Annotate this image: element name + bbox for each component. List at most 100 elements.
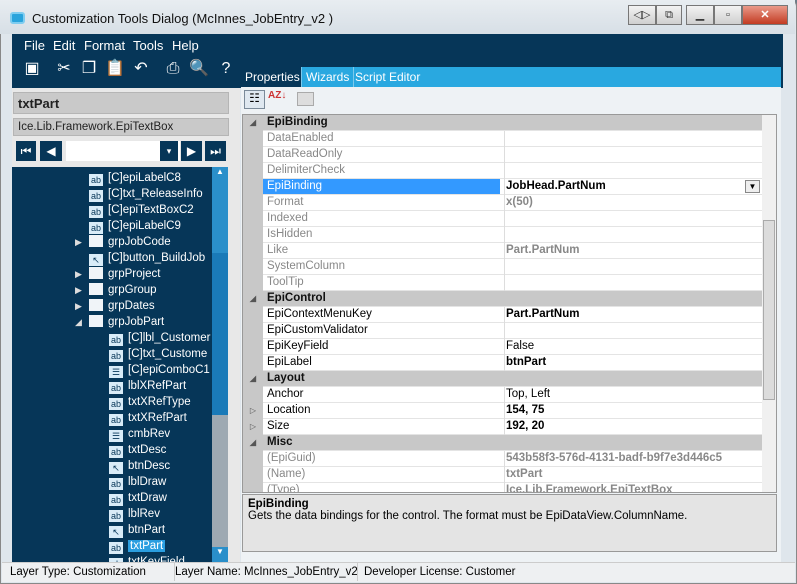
property-row[interactable]: SystemColumn xyxy=(243,259,762,275)
property-value[interactable]: False xyxy=(504,339,762,355)
property-value[interactable] xyxy=(504,227,762,243)
tree-item[interactable]: ab txtXRefPart xyxy=(109,410,187,426)
property-row[interactable]: EpiKeyField False xyxy=(243,339,762,355)
menu-format[interactable]: Format xyxy=(84,38,125,53)
tree-item[interactable]: ↖ [C]button_BuildJob xyxy=(89,250,205,266)
control-tree[interactable]: ab [C]epiLabelC8 ab [C]txt_ReleaseInfo ab [C]… xyxy=(12,167,228,563)
property-row[interactable]: DataEnabled xyxy=(243,131,762,147)
property-row[interactable]: Format x(50) xyxy=(243,195,762,211)
property-row[interactable]: (Name) txtPart xyxy=(243,467,762,483)
collapse-icon[interactable]: ◢ xyxy=(243,371,263,387)
menu-tools[interactable]: Tools xyxy=(133,38,163,53)
property-value[interactable] xyxy=(504,163,762,179)
property-row[interactable]: ▷ Size 192, 20 xyxy=(243,419,762,435)
property-value[interactable]: btnPart xyxy=(504,355,762,371)
tab-wizards[interactable]: Wizards xyxy=(302,67,355,87)
property-grid[interactable]: ◢ EpiBinding DataEnabled DataReadOnly Delimi… xyxy=(242,114,777,493)
expand-icon[interactable]: ▷ xyxy=(243,419,263,435)
undo-icon[interactable]: ↶ xyxy=(130,58,152,80)
print-icon[interactable]: ⎙ xyxy=(162,58,184,80)
tree-item[interactable]: ab [C]txt_Custome xyxy=(109,346,207,362)
tree-item[interactable]: ▶ grpGroup xyxy=(75,282,157,298)
property-pages-icon[interactable] xyxy=(297,92,314,106)
property-row[interactable]: ToolTip xyxy=(243,275,762,291)
property-value[interactable] xyxy=(504,147,762,163)
property-row[interactable]: EpiBinding JobHead.PartNum ▼ xyxy=(243,179,762,195)
tree-item[interactable]: ab txtDesc xyxy=(109,442,166,458)
tree-item[interactable]: ☰ [C]epiComboC1 xyxy=(109,362,210,378)
property-value[interactable] xyxy=(504,211,762,227)
menu-help[interactable]: Help xyxy=(172,38,199,53)
collapse-icon[interactable]: ◢ xyxy=(243,435,263,451)
property-row[interactable]: EpiLabel btnPart xyxy=(243,355,762,371)
property-category[interactable]: ◢ EpiControl xyxy=(243,291,762,307)
property-value[interactable] xyxy=(504,131,762,147)
help-icon[interactable]: ? xyxy=(215,58,237,80)
tree-item[interactable]: ▶ grpDates xyxy=(75,298,155,314)
print-preview-icon[interactable]: 🔍 xyxy=(188,58,210,80)
last-record-button[interactable]: ⏭ xyxy=(205,141,226,161)
tree-item[interactable]: ab txtXRefType xyxy=(109,394,191,410)
property-value[interactable] xyxy=(504,275,762,291)
property-category[interactable]: ◢ EpiBinding xyxy=(243,115,762,131)
property-value[interactable]: Top, Left xyxy=(504,387,762,403)
property-value[interactable]: JobHead.PartNum xyxy=(504,179,762,195)
property-row[interactable]: EpiContextMenuKey Part.PartNum xyxy=(243,307,762,323)
sort-alphabetical-icon[interactable]: AZ↓ xyxy=(268,90,288,109)
tab-script-editor[interactable]: Script Editor xyxy=(351,67,424,87)
chevron-down-icon[interactable]: ▾ xyxy=(160,141,178,161)
property-row[interactable]: IsHidden xyxy=(243,227,762,243)
property-value[interactable]: 154, 75 xyxy=(504,403,762,419)
tree-item[interactable]: ab txtDraw xyxy=(109,490,167,506)
property-value[interactable]: x(50) xyxy=(504,195,762,211)
property-row[interactable]: (EpiGuid) 543b58f3-576d-4131-badf-b9f7e3d… xyxy=(243,451,762,467)
property-value[interactable]: Part.PartNum xyxy=(504,243,762,259)
tree-item[interactable]: ▶ grpProject xyxy=(75,266,160,282)
expand-icon[interactable]: ▶ xyxy=(75,266,82,282)
copy-icon[interactable]: ❐ xyxy=(78,58,100,80)
property-category[interactable]: ◢ Layout xyxy=(243,371,762,387)
property-row[interactable]: DataReadOnly xyxy=(243,147,762,163)
expand-icon[interactable]: ▶ xyxy=(75,282,82,298)
first-record-button[interactable]: ⏮ xyxy=(16,141,36,161)
categorized-icon[interactable]: ☷ xyxy=(244,90,265,109)
collapse-icon[interactable]: ◢ xyxy=(243,291,263,307)
menu-file[interactable]: File xyxy=(24,38,45,53)
property-value[interactable]: 192, 20 xyxy=(504,419,762,435)
property-value[interactable] xyxy=(504,323,762,339)
collapse-icon[interactable]: ◢ xyxy=(75,314,82,330)
tree-item[interactable]: ab lblDraw xyxy=(109,474,166,490)
restore-layout-icon[interactable]: ◁▷ xyxy=(628,5,656,25)
menu-edit[interactable]: Edit xyxy=(53,38,75,53)
property-value[interactable] xyxy=(504,259,762,275)
maximize-button[interactable]: ▫ xyxy=(714,5,742,25)
tree-item[interactable]: ab txtPart xyxy=(109,538,166,554)
save-icon[interactable]: ▣ xyxy=(21,58,43,80)
property-row[interactable]: EpiCustomValidator xyxy=(243,323,762,339)
tree-item[interactable]: ab [C]lbl_Customer xyxy=(109,330,210,346)
tree-item[interactable]: ab [C]epiLabelC9 xyxy=(89,218,181,234)
collapse-icon[interactable]: ◢ xyxy=(243,115,263,131)
next-button[interactable]: ▶ xyxy=(181,141,202,161)
tree-item[interactable]: ☰ cmbRev xyxy=(109,426,170,442)
grid-scrollbar[interactable] xyxy=(762,115,776,492)
paste-icon[interactable]: 📋 xyxy=(104,58,126,80)
minimize-button[interactable]: ▁ xyxy=(686,5,714,25)
property-row[interactable]: (Type) Ice.Lib.Framework.EpiTextBox xyxy=(243,483,762,492)
property-value[interactable]: Ice.Lib.Framework.EpiTextBox xyxy=(504,483,762,492)
export-icon[interactable]: ⧉ xyxy=(656,5,682,25)
previous-button[interactable]: ◀ xyxy=(40,141,62,161)
tree-item[interactable]: ab [C]epiTextBoxC2 xyxy=(89,202,194,218)
tree-scrollbar[interactable]: ▼ ▲ xyxy=(212,167,228,563)
dropdown-button[interactable]: ▼ xyxy=(745,180,760,193)
expand-icon[interactable]: ▶ xyxy=(75,234,82,250)
tree-item[interactable]: ↖ btnDesc xyxy=(109,458,170,474)
property-row[interactable]: Indexed xyxy=(243,211,762,227)
property-category[interactable]: ◢ Misc xyxy=(243,435,762,451)
tree-item[interactable]: ab [C]epiLabelC8 xyxy=(89,170,181,186)
tree-item[interactable]: ab lblXRefPart xyxy=(109,378,186,394)
tab-properties[interactable]: Properties xyxy=(241,67,302,87)
property-value[interactable]: 543b58f3-576d-4131-badf-b9f7e3d446c5 xyxy=(504,451,762,467)
cut-icon[interactable]: ✂ xyxy=(53,58,75,80)
tree-item[interactable]: ↖ btnPart xyxy=(109,522,165,538)
